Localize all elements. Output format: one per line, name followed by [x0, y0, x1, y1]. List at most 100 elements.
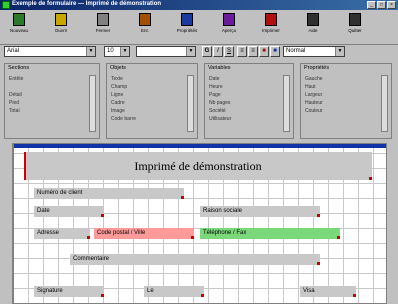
properties-icon [181, 13, 193, 26]
panel-1: Objets Texte Champ Ligne Cadre Image Code barr… [106, 63, 198, 139]
toolbar-button-8[interactable]: Quitter [340, 12, 370, 42]
toolbar-button-3[interactable]: Enr. [130, 12, 160, 42]
list-item[interactable]: Heure [209, 83, 281, 91]
form-field[interactable]: Date [34, 206, 104, 217]
list-item[interactable]: Nb pages [209, 99, 281, 107]
form-heading[interactable]: Imprimé de démonstration [24, 152, 372, 180]
form-field[interactable]: Le [144, 286, 204, 297]
resize-handle[interactable] [101, 294, 104, 297]
toolbar-button-0[interactable]: Nouveau [4, 12, 34, 42]
list-item[interactable]: Entête [9, 75, 87, 83]
toolbar-button-label: Aperçu [221, 28, 237, 33]
color-icon[interactable]: ■ [259, 46, 269, 57]
toolbar-button-label: Enr. [140, 28, 149, 33]
toolbar-button-4[interactable]: Propriétés [172, 12, 202, 42]
list-item[interactable]: Page [209, 91, 281, 99]
minimize-button[interactable]: _ [367, 1, 376, 9]
list-item[interactable]: Couleur [305, 107, 379, 115]
list-item[interactable]: Champ [111, 83, 185, 91]
panel-list[interactable]: Date Heure Page Nb pages Société Utilisateur [209, 75, 281, 132]
open-icon [55, 13, 67, 26]
scrollbar[interactable] [283, 75, 290, 132]
panel-list[interactable]: Texte Champ Ligne Cadre Image Code barre [111, 75, 185, 132]
list-item[interactable]: Largeur [305, 91, 379, 99]
toolbar-button-5[interactable]: Aperçu [214, 12, 244, 42]
close-window-button[interactable]: × [387, 1, 396, 9]
maximize-button[interactable]: □ [377, 1, 386, 9]
list-item[interactable]: Pied [9, 99, 87, 107]
app-icon [2, 1, 10, 9]
form-field[interactable]: Signature [34, 286, 104, 297]
close-icon [97, 13, 109, 26]
list-item[interactable] [9, 83, 87, 91]
list-item[interactable]: Cadre [111, 99, 185, 107]
section-header-bar [14, 144, 386, 148]
underline-button[interactable]: S [224, 46, 234, 57]
size-select[interactable]: 10 ▼ [104, 46, 130, 57]
exit-icon [349, 13, 361, 26]
panel-list[interactable]: Entête Détail Pied Total [9, 75, 87, 132]
resize-handle[interactable] [369, 177, 372, 180]
resize-handle[interactable] [317, 262, 320, 265]
list-item[interactable]: Texte [111, 75, 185, 83]
toolbar-button-1[interactable]: Ouvrir [46, 12, 76, 42]
chevron-down-icon: ▼ [335, 47, 344, 56]
resize-handle[interactable] [191, 236, 194, 239]
resize-handle[interactable] [317, 214, 320, 217]
form-field-label: Date [37, 208, 50, 214]
list-item[interactable]: Utilisateur [209, 115, 281, 123]
list-item[interactable]: Image [111, 107, 185, 115]
form-field[interactable]: Raison sociale [200, 206, 320, 217]
zoom-select[interactable]: Normal ▼ [283, 46, 345, 57]
toolbar-button-6[interactable]: Imprimer [256, 12, 286, 42]
zoom-select-value: Normal [286, 48, 306, 54]
align-center-icon[interactable]: ≡ [248, 46, 258, 57]
form-heading-text: Imprimé de démonstration [134, 159, 262, 173]
list-item[interactable]: Détail [9, 91, 87, 99]
list-item[interactable]: Haut [305, 83, 379, 91]
form-field-label: Téléphone / Fax [203, 230, 247, 236]
form-field-label: Raison sociale [203, 208, 243, 214]
panel-title: Variables [208, 65, 231, 71]
list-item[interactable]: Société [209, 107, 281, 115]
align-left-icon[interactable]: ≡ [237, 46, 247, 57]
scrollbar[interactable] [89, 75, 96, 132]
form-field[interactable]: Commentaire [70, 254, 320, 265]
toolbar-button-label: Quitter [348, 28, 362, 33]
toolbar-button-2[interactable]: Fermer [88, 12, 118, 42]
toolbar-button-7[interactable]: Aide [298, 12, 328, 42]
resize-handle[interactable] [353, 294, 356, 297]
resize-handle[interactable] [337, 236, 340, 239]
list-item[interactable]: Ligne [111, 91, 185, 99]
form-field-label: Adresse [37, 230, 60, 236]
panel-list[interactable]: Gauche Haut Largeur Hauteur Couleur [305, 75, 379, 132]
format-toolbar: Arial ▼ 10 ▼ ▼ G I S ≡ ≡ ■ ■ Normal ▼ [0, 45, 398, 59]
border-icon[interactable]: ■ [270, 46, 280, 57]
bold-button[interactable]: G [202, 46, 212, 57]
design-canvas[interactable]: Imprimé de démonstration Numéro de clien… [13, 143, 387, 304]
list-item[interactable]: Code barre [111, 115, 185, 123]
title-bar: Exemple de formulaire — Imprimé de démon… [0, 0, 398, 10]
resize-handle[interactable] [87, 236, 90, 239]
scrollbar[interactable] [381, 75, 388, 132]
form-field[interactable]: Visa [300, 286, 356, 297]
italic-button[interactable]: I [213, 46, 223, 57]
list-item[interactable]: Hauteur [305, 99, 379, 107]
font-select[interactable]: Arial ▼ [4, 46, 96, 57]
form-field[interactable]: Téléphone / Fax [200, 228, 340, 239]
list-item[interactable]: Date [209, 75, 281, 83]
form-field[interactable]: Code postal / Ville [94, 228, 194, 239]
scrollbar[interactable] [187, 75, 194, 132]
panel-title: Propriétés [304, 65, 330, 71]
list-item[interactable]: Gauche [305, 75, 379, 83]
resize-handle[interactable] [181, 196, 184, 199]
resize-handle[interactable] [201, 294, 204, 297]
form-field[interactable]: Numéro de client [34, 188, 184, 199]
form-field[interactable]: Adresse [34, 228, 90, 239]
style-select[interactable]: ▼ [136, 46, 196, 57]
resize-handle[interactable] [101, 214, 104, 217]
form-field-label: Visa [303, 288, 315, 294]
help-icon [307, 13, 319, 26]
list-item[interactable]: Total [9, 107, 87, 115]
save-icon [139, 13, 151, 26]
